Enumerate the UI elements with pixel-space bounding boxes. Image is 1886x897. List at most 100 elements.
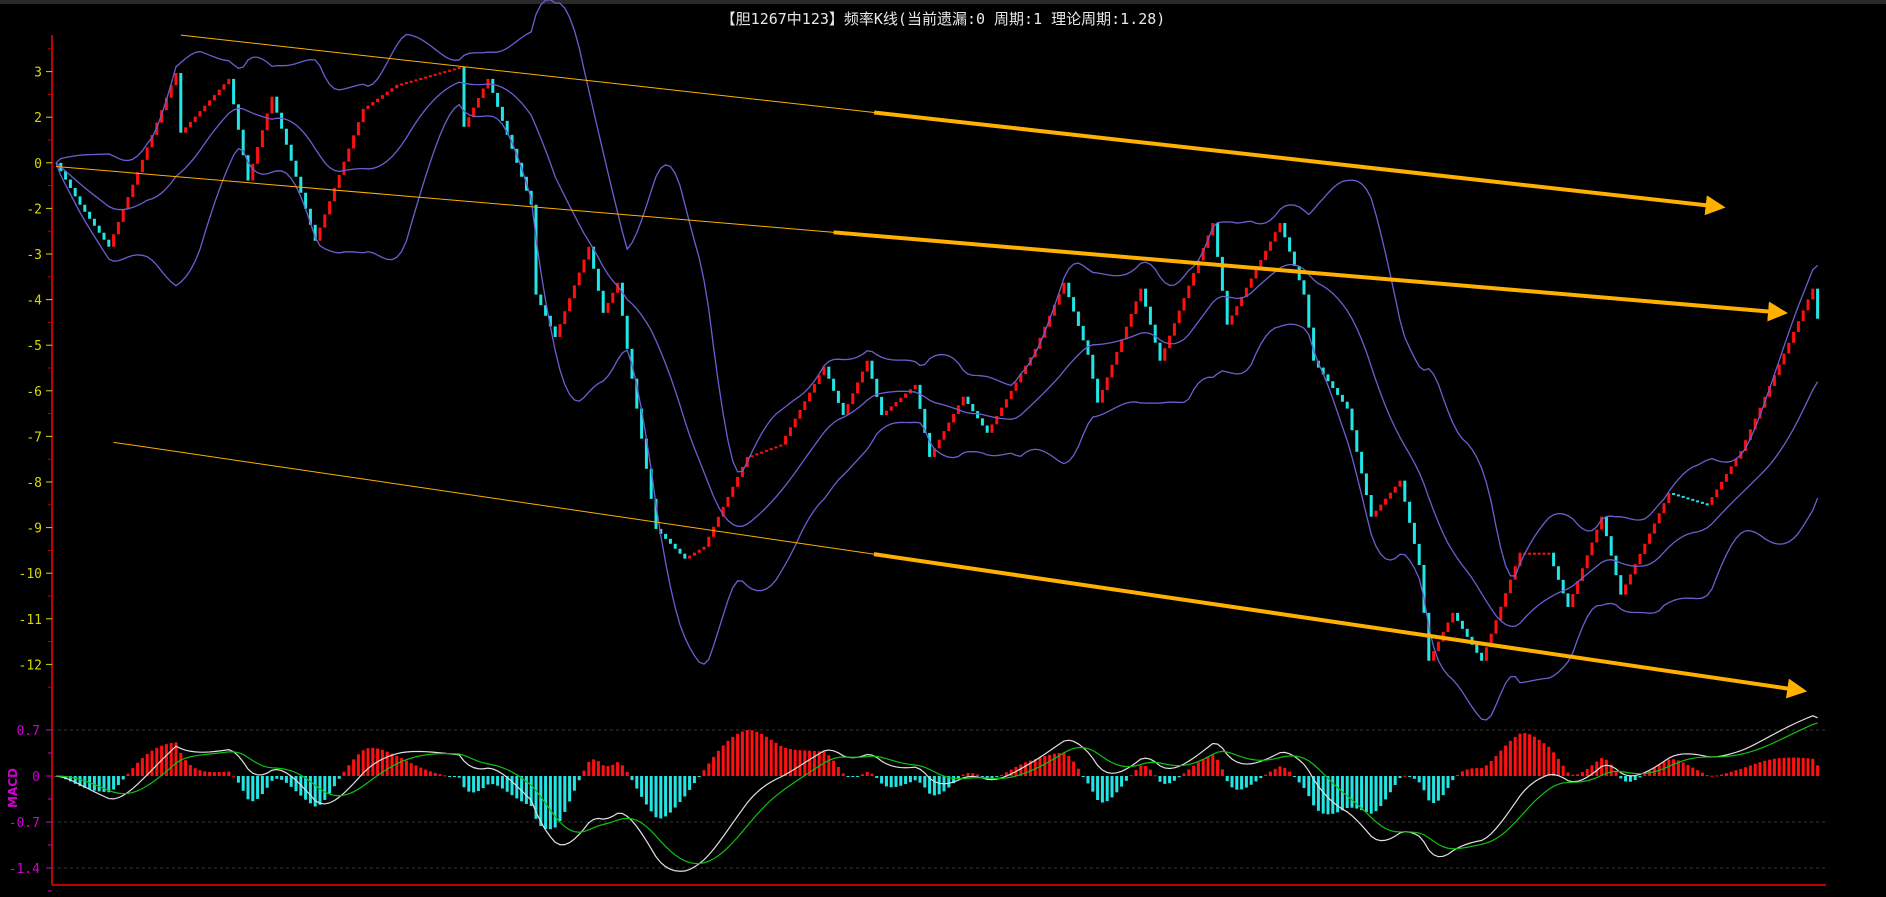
macd-bar-positive [1475, 768, 1479, 776]
candle-up [1638, 553, 1642, 565]
candle-up [395, 84, 399, 89]
candle-down [1364, 473, 1368, 496]
macd-bar-positive [702, 770, 706, 776]
candle-up [860, 371, 864, 383]
candle-up [260, 130, 264, 148]
candle-up [1134, 301, 1138, 314]
candle-up [419, 77, 423, 80]
candle-down [1081, 325, 1085, 341]
candle-up [808, 392, 812, 402]
macd-bar-positive [1283, 767, 1287, 776]
macd-bar-negative [1230, 776, 1234, 788]
candle-up [1436, 641, 1440, 652]
y-tick-label: -4 [26, 294, 42, 309]
macd-bar-positive [414, 765, 418, 776]
candle-up [606, 302, 610, 313]
candles [59, 67, 1820, 661]
candle-down [1340, 394, 1344, 402]
candle-up [779, 444, 783, 447]
macd-bar-negative [1638, 776, 1642, 778]
candle-up [222, 84, 226, 90]
candle-down [97, 225, 101, 233]
macd-bar-positive [1288, 771, 1292, 776]
macd-bar-positive [356, 754, 360, 776]
macd-bar-negative [1422, 776, 1426, 791]
macd-bar-negative [851, 776, 855, 778]
macd-bar-negative [1427, 776, 1431, 801]
macd-bar-negative [318, 776, 322, 805]
candle-up [846, 404, 850, 415]
candle-up [1571, 594, 1575, 607]
candle-up [1398, 480, 1402, 487]
macd-bar-positive [1508, 740, 1512, 776]
candle-up [256, 147, 260, 164]
macd-bar-negative [1244, 776, 1248, 788]
candle-down [1350, 408, 1354, 431]
candle-up [1100, 389, 1104, 403]
candle-up [1388, 492, 1392, 499]
macd-bar-positive [126, 773, 130, 776]
candle-up [208, 100, 212, 106]
candle-down [1067, 282, 1071, 298]
macd-bar-positive [424, 769, 428, 776]
candle-up [188, 121, 192, 128]
macd-bar-negative [1432, 776, 1436, 804]
candle-down [1091, 354, 1095, 379]
macd-bar-positive [755, 731, 759, 776]
candle-up [1624, 584, 1628, 595]
macd-bar-positive [1580, 772, 1584, 776]
candle-up [688, 555, 692, 559]
candle-down [985, 425, 989, 433]
candle-up [1652, 523, 1656, 534]
macd-bar-positive [1518, 733, 1522, 776]
candle-up [270, 96, 274, 114]
macd-bar-negative [1398, 776, 1402, 779]
candle-up [1720, 481, 1724, 490]
candle-up [433, 73, 437, 76]
macd-bar-negative [1105, 776, 1109, 802]
candle-up [760, 451, 764, 454]
candle-up [443, 71, 447, 74]
candle-up [1796, 321, 1800, 332]
candle-up [1172, 323, 1176, 336]
macd-bar-negative [880, 776, 884, 784]
macd-bar-negative [92, 776, 96, 791]
candle-down [102, 232, 106, 240]
macd-bar-negative [1235, 776, 1239, 790]
macd-bar-negative [1441, 776, 1445, 796]
macd-bar-positive [419, 767, 423, 776]
candle-down [832, 378, 836, 391]
candle-down [1417, 543, 1421, 565]
candle-up [438, 72, 442, 75]
candle-down [1302, 280, 1306, 295]
candle-down [73, 187, 77, 197]
candle-up [1000, 407, 1004, 416]
candle-down [971, 403, 975, 412]
macd-bar-negative [1446, 776, 1450, 789]
macd-bar-negative [1619, 776, 1623, 779]
macd-bar-negative [121, 776, 125, 780]
candle-down [870, 360, 874, 379]
macd-bar-positive [740, 731, 744, 776]
candle-down [1292, 251, 1296, 266]
macd-bar-negative [1086, 776, 1090, 784]
macd-bar-negative [323, 776, 327, 800]
macd-bar-positive [443, 775, 447, 777]
candle-up [587, 246, 591, 260]
macd-bar-positive [625, 772, 629, 776]
candle-down [179, 72, 183, 133]
candle-up [1643, 543, 1647, 554]
macd-bar-negative [659, 776, 663, 819]
candle-up [697, 549, 701, 553]
candle-up [352, 135, 356, 149]
macd-bar-positive [745, 729, 749, 776]
y-tick-label: -10 [19, 567, 42, 582]
macd-bar-positive [1484, 765, 1488, 776]
candle-up [145, 147, 149, 160]
macd-bar-positive [1499, 750, 1503, 776]
macd-bar-positive [736, 733, 740, 776]
candle-up [1129, 313, 1133, 327]
candle-down [1672, 492, 1676, 495]
candle-up [424, 76, 428, 79]
macd-bar-negative [1096, 776, 1100, 800]
